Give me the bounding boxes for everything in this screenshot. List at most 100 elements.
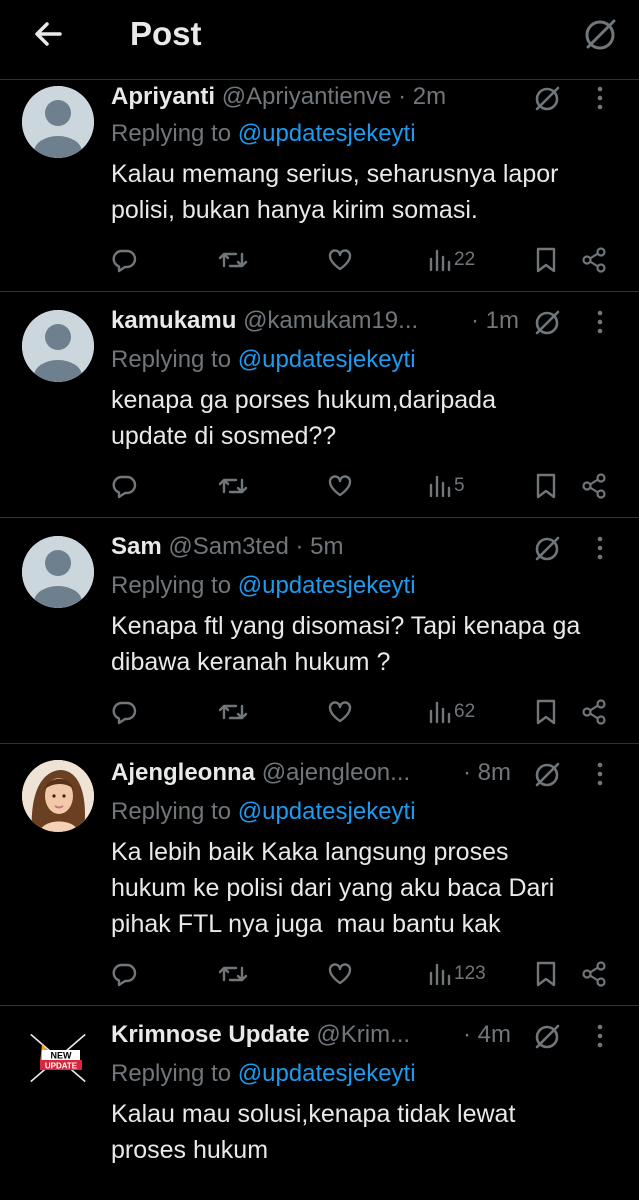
reply-tweet[interactable]: kamukamu @kamukam19... · 1m Replying to … <box>0 292 639 518</box>
mention-link[interactable]: @updatesjekeyti <box>238 120 416 147</box>
mention-link[interactable]: @updatesjekeyti <box>238 346 416 373</box>
tweet-text: Ka lebih baik Kaka langsung proses hukum… <box>111 838 555 938</box>
mention-link[interactable]: @updatesjekeyti <box>238 798 416 825</box>
avatar[interactable] <box>22 86 94 158</box>
reply-icon <box>112 963 137 987</box>
grok-icon[interactable] <box>531 306 563 338</box>
svg-text:NEW: NEW <box>51 1051 73 1061</box>
author-name[interactable]: kamukamu <box>111 307 236 334</box>
reply-button[interactable] <box>110 468 138 504</box>
repost-button[interactable] <box>218 242 248 278</box>
author-handle[interactable]: @Sam3ted <box>168 533 288 560</box>
heart-icon <box>328 249 352 271</box>
more-vertical-icon[interactable] <box>587 82 613 114</box>
reply-button[interactable] <box>110 956 138 992</box>
views-button[interactable]: 5 <box>428 468 465 504</box>
grok-icon[interactable] <box>531 82 563 114</box>
reply-button[interactable] <box>110 694 138 730</box>
views-icon <box>429 701 451 724</box>
mention-link[interactable]: @updatesjekeyti <box>238 572 416 599</box>
reply-button[interactable] <box>110 242 138 278</box>
author-handle[interactable]: @Apriyantienve <box>222 83 392 110</box>
grok-icon[interactable] <box>531 758 563 790</box>
new-update-logo: NEW UPDATE <box>22 1022 94 1094</box>
grok-button[interactable] <box>580 14 620 54</box>
timestamp[interactable]: · 4m <box>463 1018 511 1052</box>
like-button[interactable] <box>326 242 354 278</box>
repost-button[interactable] <box>218 468 248 504</box>
tweet-header: Krimnose Update @Krim... · 4m <box>111 1018 619 1052</box>
share-button[interactable] <box>581 242 609 278</box>
timestamp[interactable]: · 2m <box>398 83 446 110</box>
mention-link[interactable]: @updatesjekeyti <box>238 1060 416 1087</box>
reply-tweet[interactable]: Apriyanti @Apriyantienve · 2m Replying t… <box>0 80 639 292</box>
heart-icon <box>328 701 352 723</box>
views-button[interactable]: 123 <box>428 956 486 992</box>
bookmark-button[interactable] <box>533 694 559 730</box>
heart-icon <box>328 475 352 497</box>
timestamp[interactable]: · 1m <box>471 304 519 338</box>
heart-icon <box>328 963 352 985</box>
bookmark-button[interactable] <box>533 956 559 992</box>
views-count: 22 <box>454 249 476 270</box>
more-vertical-icon[interactable] <box>587 758 613 790</box>
avatar[interactable] <box>22 310 94 382</box>
reply-tweet[interactable]: Ajengleonna @ajengleon... · 8m Replying … <box>0 744 639 1006</box>
avatar[interactable] <box>22 536 94 608</box>
share-icon <box>582 247 606 273</box>
views-button[interactable]: 22 <box>428 242 475 278</box>
more-vertical-icon[interactable] <box>587 306 613 338</box>
views-count: 62 <box>454 701 476 722</box>
action-bar: 5 <box>0 468 639 504</box>
repost-button[interactable] <box>218 694 248 730</box>
views-button[interactable]: 62 <box>428 694 475 730</box>
more-vertical-icon[interactable] <box>587 532 613 564</box>
reply-tweet[interactable]: Sam @Sam3ted · 5m Replying to @updatesje… <box>0 518 639 744</box>
avatar[interactable] <box>22 760 94 832</box>
timestamp[interactable]: · 5m <box>295 533 343 560</box>
more-vertical-icon[interactable] <box>587 1020 613 1052</box>
grok-icon[interactable] <box>531 532 563 564</box>
like-button[interactable] <box>326 956 354 992</box>
share-button[interactable] <box>581 694 609 730</box>
replying-to: Replying to @updatesjekeyti <box>111 346 416 373</box>
back-button[interactable] <box>30 14 70 54</box>
tweet-text: Kenapa ftl yang disomasi? Tapi kenapa ga… <box>111 612 581 676</box>
page-title: Post <box>130 15 202 52</box>
reply-icon <box>112 475 137 499</box>
author-name[interactable]: Sam <box>111 533 162 560</box>
author-name[interactable]: Apriyanti <box>111 83 215 110</box>
grok-icon[interactable] <box>531 1020 563 1052</box>
timestamp[interactable]: · 8m <box>463 756 511 790</box>
avatar[interactable]: NEW UPDATE <box>22 1022 94 1094</box>
views-icon <box>429 475 451 498</box>
bookmark-button[interactable] <box>533 468 559 504</box>
repost-icon <box>218 704 248 720</box>
author-handle[interactable]: @kamukam19... <box>243 307 418 334</box>
arrow-left-icon <box>35 22 62 46</box>
replying-to: Replying to @updatesjekeyti <box>111 572 416 599</box>
reply-tweet[interactable]: NEW UPDATE Krimnose Update @Krim... · 4m… <box>0 1006 639 1200</box>
replying-to: Replying to @updatesjekeyti <box>111 120 416 147</box>
tweet-header: Ajengleonna @ajengleon... · 8m <box>111 756 619 790</box>
views-icon <box>429 963 451 986</box>
repost-button[interactable] <box>218 956 248 992</box>
grok-icon <box>585 19 616 50</box>
bookmark-button[interactable] <box>533 242 559 278</box>
tweet-text: kenapa ga porses hukum,daripada update d… <box>111 386 496 450</box>
default-avatar-icon <box>22 536 94 608</box>
author-handle[interactable]: @Krim... <box>316 1021 410 1048</box>
author-handle[interactable]: @ajengleon... <box>262 759 410 786</box>
share-button[interactable] <box>581 956 609 992</box>
author-name[interactable]: Krimnose Update <box>111 1021 310 1048</box>
share-button[interactable] <box>581 468 609 504</box>
tweet-text: Kalau mau solusi,kenapa tidak lewat pros… <box>111 1100 516 1164</box>
author-name[interactable]: Ajengleonna <box>111 759 255 786</box>
reply-icon <box>112 701 137 725</box>
like-button[interactable] <box>326 468 354 504</box>
svg-text:UPDATE: UPDATE <box>45 1062 78 1071</box>
bookmark-icon <box>536 247 556 273</box>
bookmark-icon <box>536 961 556 987</box>
default-avatar-icon <box>22 310 94 382</box>
like-button[interactable] <box>326 694 354 730</box>
